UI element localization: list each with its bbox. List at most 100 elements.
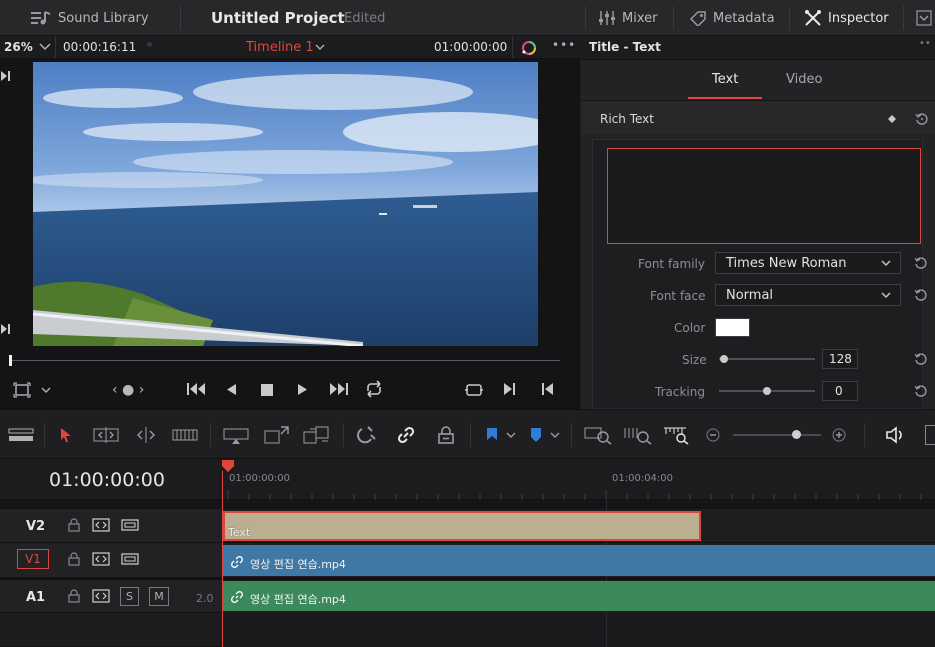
track-lock-icon[interactable]: [68, 552, 80, 566]
timeline-view-options-icon[interactable]: [8, 424, 34, 446]
track-visibility-icon[interactable]: [121, 552, 139, 566]
marker-icon[interactable]: [525, 424, 547, 446]
jog-control-icon[interactable]: ‹ ● ›: [112, 382, 144, 398]
viewer-header: 26% 00:00:16:11 Timeline 1 01:00:00:00 •…: [0, 36, 580, 59]
custom-zoom-icon[interactable]: [663, 424, 691, 446]
color-swatch[interactable]: [715, 318, 750, 337]
dynamic-trim-mode-icon[interactable]: [133, 424, 159, 446]
size-slider-track[interactable]: [719, 358, 815, 360]
replace-clip-icon[interactable]: [302, 424, 330, 446]
solo-button[interactable]: S: [120, 587, 139, 606]
safe-area-icon[interactable]: [13, 382, 31, 398]
position-lock-icon[interactable]: [435, 424, 457, 446]
scrubber-playhead[interactable]: [9, 355, 12, 366]
mute-button[interactable]: M: [149, 587, 169, 606]
previous-edit-icon[interactable]: [0, 70, 12, 82]
match-frame-icon[interactable]: [464, 382, 484, 398]
track-header-v1[interactable]: V1: [0, 543, 222, 578]
metadata-button[interactable]: Metadata: [689, 0, 775, 36]
tab-video[interactable]: Video: [786, 72, 822, 87]
video-clip[interactable]: 영상 편집 연습.mp4: [223, 545, 935, 576]
next-clip-icon[interactable]: [503, 382, 517, 396]
track-lock-icon[interactable]: [68, 518, 80, 532]
audio-clip[interactable]: 영상 편집 연습.mp4: [223, 581, 935, 611]
timeline-playhead-handle[interactable]: [221, 459, 235, 473]
title-clip[interactable]: Text: [223, 511, 701, 541]
font-face-value: Normal: [726, 287, 774, 303]
tracking-reset-icon[interactable]: [914, 384, 928, 398]
timeline-ruler[interactable]: 01:00:00:00 01:00:04:00: [222, 459, 935, 500]
size-input[interactable]: 128: [822, 349, 858, 369]
blade-edit-mode-icon[interactable]: [172, 424, 198, 446]
stop-icon[interactable]: [261, 384, 273, 396]
zoom-slider-knob[interactable]: [792, 430, 801, 439]
zoom-in-icon[interactable]: [829, 424, 849, 446]
full-extent-zoom-icon[interactable]: [584, 424, 612, 446]
next-edit-icon[interactable]: [0, 323, 12, 335]
overwrite-clip-icon[interactable]: [263, 424, 291, 446]
size-reset-icon[interactable]: [914, 352, 928, 366]
inspector-button[interactable]: Inspector: [804, 0, 889, 36]
auto-track-select-icon[interactable]: [92, 552, 110, 566]
audio-clip-label: 영상 편집 연습.mp4: [250, 593, 346, 606]
mixer-button[interactable]: Mixer: [598, 0, 657, 36]
sound-library-icon: [31, 11, 51, 25]
auto-track-select-icon[interactable]: [92, 589, 110, 603]
marker-chevron-down-icon[interactable]: [550, 432, 560, 439]
track-headers: 01:00:00:00 V2 V1 A1 S M 2.0: [0, 459, 222, 647]
skip-to-end-icon[interactable]: [329, 382, 349, 396]
play-icon[interactable]: [297, 383, 309, 396]
keyframe-diamond-icon[interactable]: [888, 115, 896, 123]
ruler-label: 01:00:04:00: [612, 473, 674, 484]
top-toolbar: Sound Library Untitled Project Edited Mi…: [0, 0, 935, 36]
font-face-reset-icon[interactable]: [914, 288, 928, 302]
skip-to-start-icon[interactable]: [186, 382, 206, 396]
section-reset-icon[interactable]: [915, 112, 929, 126]
selection-mode-icon[interactable]: [55, 424, 77, 446]
sound-library-button[interactable]: Sound Library: [30, 0, 149, 36]
insert-clip-icon[interactable]: [222, 424, 250, 446]
zoom-out-icon[interactable]: [703, 424, 723, 446]
scrubber-track[interactable]: [10, 360, 560, 361]
project-status: Edited: [344, 10, 386, 26]
tracking-input[interactable]: 0: [822, 381, 858, 401]
rich-text-section-header[interactable]: Rich Text: [581, 101, 935, 134]
size-slider-knob[interactable]: [719, 355, 728, 363]
track-header-a1[interactable]: A1 S M 2.0: [0, 578, 222, 613]
track-lock-icon[interactable]: [68, 589, 80, 603]
zoom-chevron-down-icon[interactable]: [39, 43, 51, 51]
track-name-v1[interactable]: V1: [17, 549, 49, 569]
detail-zoom-icon[interactable]: [624, 424, 652, 446]
trim-edit-mode-icon[interactable]: [93, 424, 119, 446]
rich-text-input[interactable]: [607, 148, 921, 244]
play-reverse-icon[interactable]: [225, 383, 237, 396]
workspace-menu-button[interactable]: [916, 0, 932, 36]
timeline-area[interactable]: 01:00:00:00 01:00:04:00 Text 영상 편집 연습.mp…: [222, 459, 935, 647]
track-visibility-icon[interactable]: [121, 518, 139, 532]
track-header-v2[interactable]: V2: [0, 509, 222, 543]
tracking-slider-knob[interactable]: [763, 387, 771, 395]
zoom-level[interactable]: 26%: [4, 40, 33, 54]
inspector-options-icon[interactable]: ••: [919, 38, 931, 49]
loop-icon[interactable]: [364, 380, 384, 398]
zoom-slider-track[interactable]: [733, 434, 821, 436]
auto-track-select-icon[interactable]: [92, 518, 110, 532]
font-family-reset-icon[interactable]: [914, 256, 928, 270]
linked-selection-icon[interactable]: [395, 424, 417, 446]
video-preview: [33, 62, 538, 346]
timeline-chevron-down-icon[interactable]: [315, 44, 325, 51]
flag-icon[interactable]: [481, 424, 503, 446]
color-wheel-icon[interactable]: [520, 39, 538, 57]
previous-clip-icon[interactable]: [540, 382, 554, 396]
tab-text[interactable]: Text: [712, 72, 738, 87]
viewer-options-icon[interactable]: •••: [552, 38, 576, 52]
audio-meter-icon[interactable]: [925, 425, 935, 445]
safe-area-chevron-icon[interactable]: [41, 387, 51, 394]
font-family-select[interactable]: Times New Roman: [715, 252, 901, 274]
flag-chevron-down-icon[interactable]: [506, 432, 516, 439]
font-face-select[interactable]: Normal: [715, 284, 901, 306]
timeline-name[interactable]: Timeline 1: [246, 40, 314, 55]
snapping-icon[interactable]: [355, 424, 377, 446]
inspector-title: Title - Text: [589, 40, 661, 54]
speaker-icon[interactable]: [884, 424, 906, 446]
